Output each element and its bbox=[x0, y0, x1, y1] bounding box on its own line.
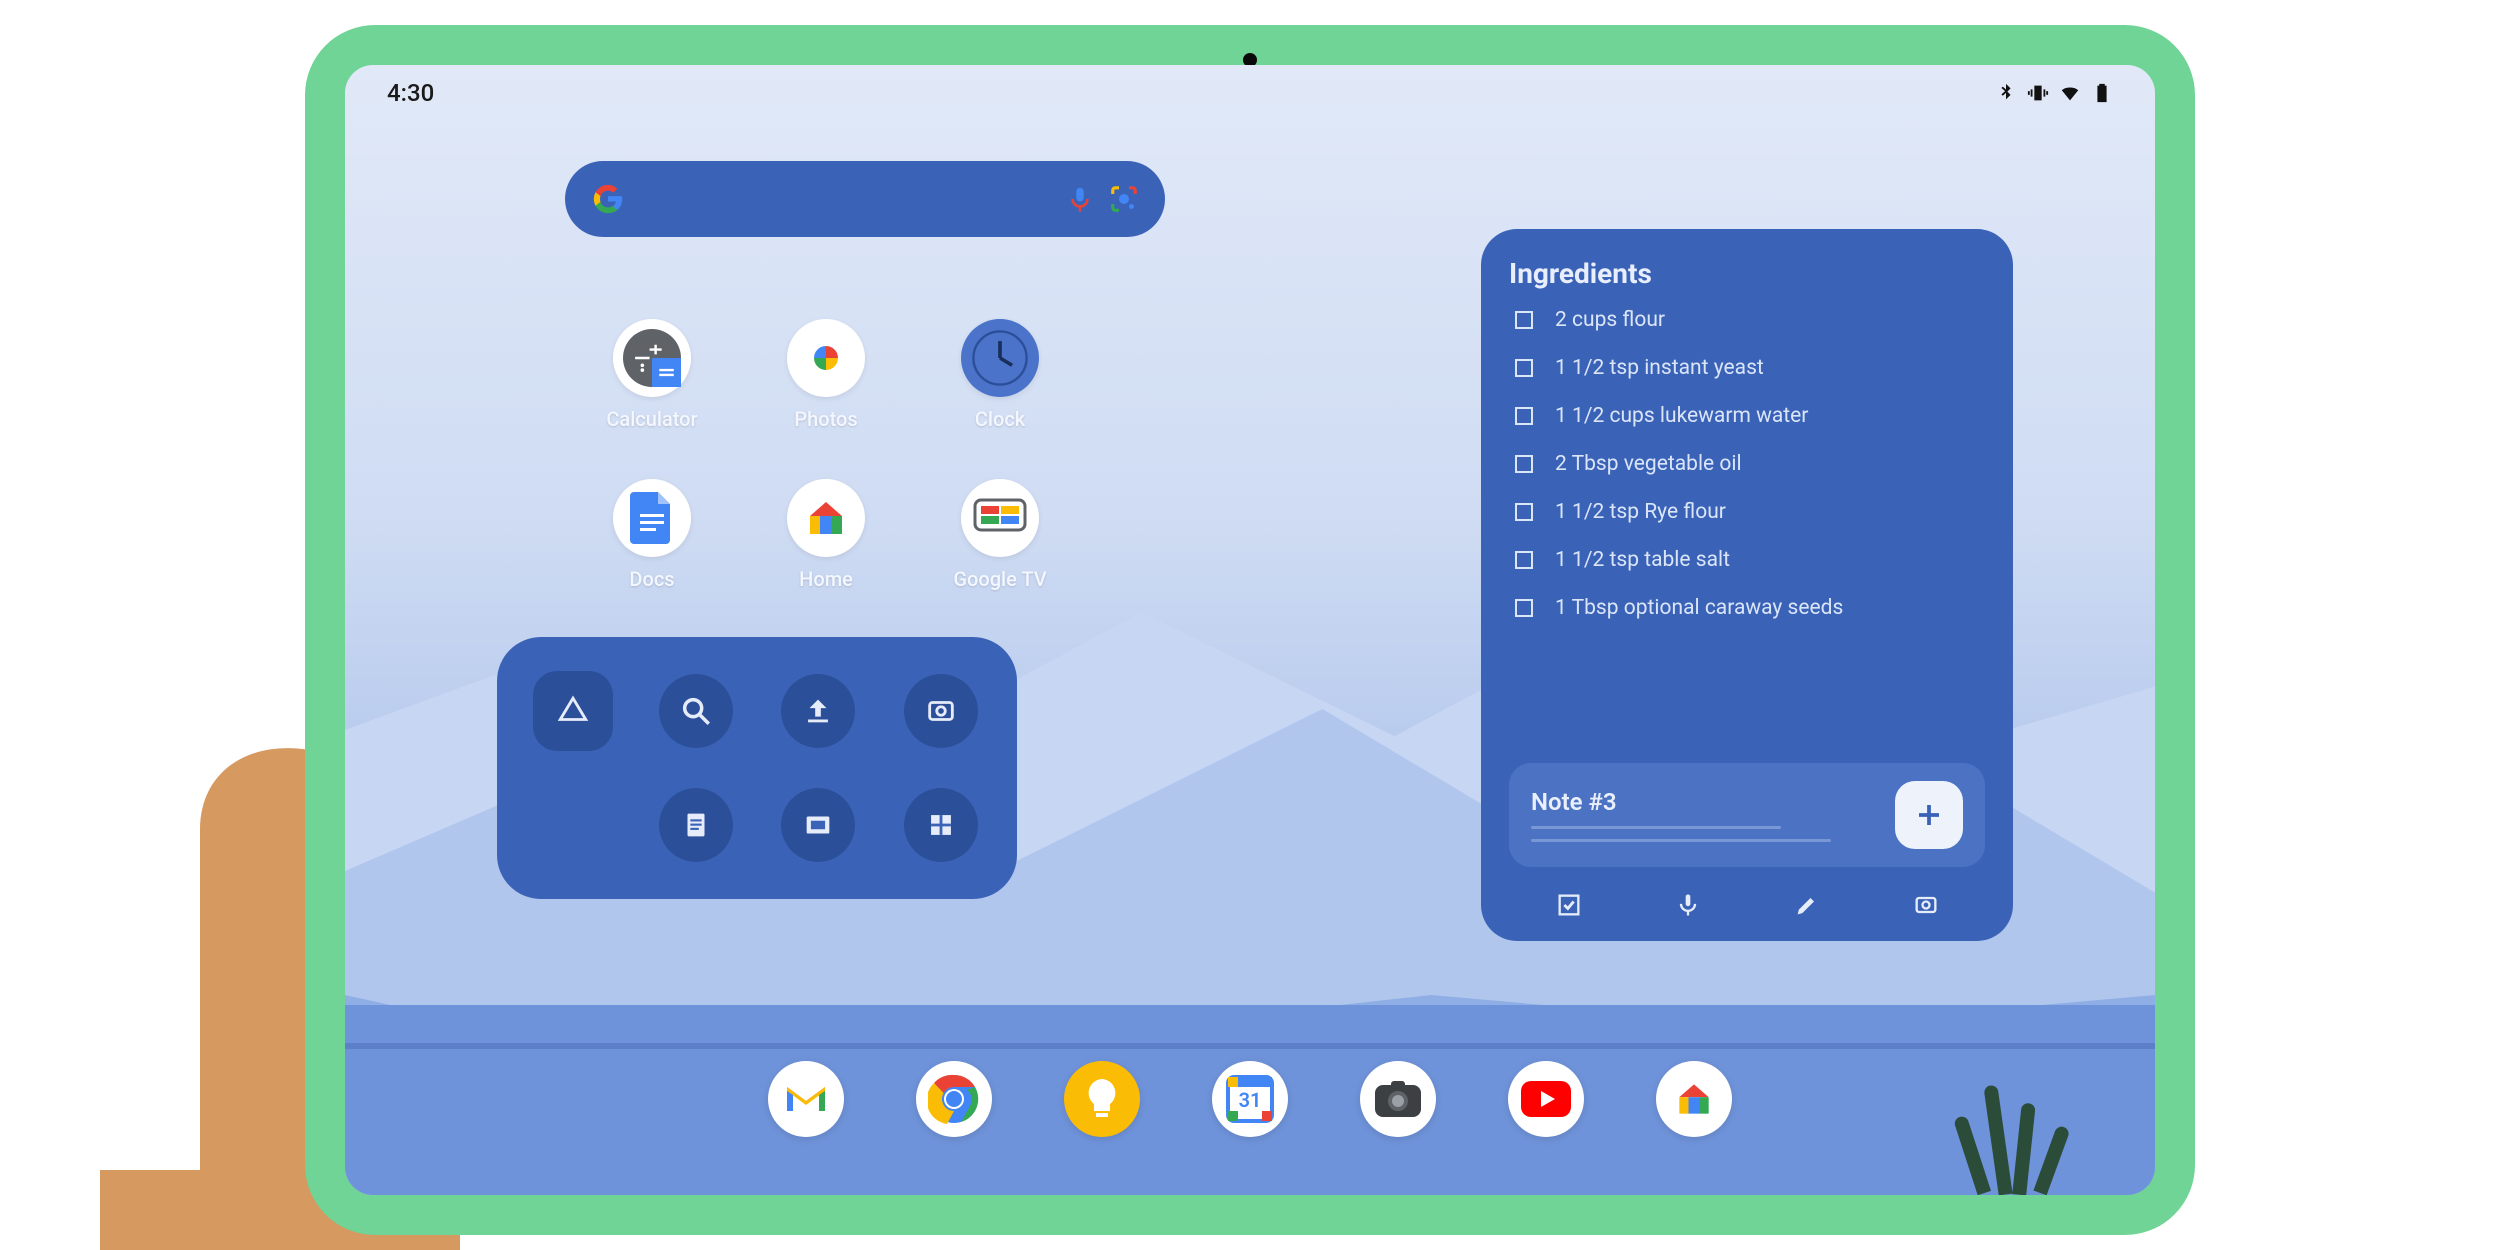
drive-icon[interactable] bbox=[533, 671, 613, 751]
clock-time: 4:30 bbox=[387, 79, 434, 107]
dock-gmail[interactable] bbox=[768, 1061, 844, 1137]
app-calculator[interactable]: Calculator bbox=[565, 319, 739, 431]
app-label: Clock bbox=[975, 407, 1025, 431]
keep-item[interactable]: 2 Tbsp vegetable oil bbox=[1515, 452, 1985, 476]
keep-item[interactable]: 2 cups flour bbox=[1515, 308, 1985, 332]
placeholder-line bbox=[1531, 839, 1831, 842]
status-bar: 4:30 bbox=[345, 65, 2155, 121]
app-photos[interactable]: Photos bbox=[739, 319, 913, 431]
voice-search-icon[interactable] bbox=[1065, 184, 1095, 214]
dock-keep[interactable] bbox=[1064, 1061, 1140, 1137]
keep-item[interactable]: 1 1/2 tsp Rye flour bbox=[1515, 500, 1985, 524]
keep-note-title: Ingredients bbox=[1509, 257, 1985, 290]
placeholder-line bbox=[1531, 826, 1781, 829]
new-doc-icon[interactable] bbox=[659, 788, 733, 862]
app-label: Docs bbox=[629, 567, 674, 591]
dock-home[interactable] bbox=[1656, 1061, 1732, 1137]
keep-item[interactable]: 1 1/2 tsp table salt bbox=[1515, 548, 1985, 572]
keep-widget[interactable]: Ingredients 2 cups flour 1 1/2 tsp insta… bbox=[1481, 229, 2013, 941]
google-lens-icon[interactable] bbox=[1109, 184, 1139, 214]
keep-next-note[interactable]: Note #3 bbox=[1509, 763, 1985, 867]
new-slides-icon[interactable] bbox=[781, 788, 855, 862]
google-tv-icon bbox=[961, 479, 1039, 557]
keep-item[interactable]: 1 1/2 tsp instant yeast bbox=[1515, 356, 1985, 380]
clock-icon bbox=[961, 319, 1039, 397]
draw-note-icon[interactable] bbox=[1789, 887, 1825, 923]
keep-item[interactable]: 1 Tbsp optional caraway seeds bbox=[1515, 596, 1985, 620]
checkbox-icon[interactable] bbox=[1515, 359, 1533, 377]
tablet-frame: 4:30 bbox=[305, 25, 2195, 1235]
app-clock[interactable]: Clock bbox=[913, 319, 1087, 431]
app-home[interactable]: Home bbox=[739, 479, 913, 591]
new-sheets-icon[interactable] bbox=[904, 788, 978, 862]
app-label: Google TV bbox=[953, 567, 1046, 591]
dock-chrome[interactable] bbox=[916, 1061, 992, 1137]
app-label: Home bbox=[799, 567, 853, 591]
checkbox-icon[interactable] bbox=[1515, 455, 1533, 473]
add-note-button[interactable] bbox=[1895, 781, 1963, 849]
new-list-icon[interactable] bbox=[1551, 887, 1587, 923]
image-note-icon[interactable] bbox=[1908, 887, 1944, 923]
photos-icon bbox=[787, 319, 865, 397]
app-google-tv[interactable]: Google TV bbox=[913, 479, 1087, 591]
checkbox-icon[interactable] bbox=[1515, 599, 1533, 617]
dock-youtube[interactable] bbox=[1508, 1061, 1584, 1137]
wifi-icon bbox=[2059, 82, 2081, 104]
checkbox-icon[interactable] bbox=[1515, 503, 1533, 521]
note-label: Note #3 bbox=[1531, 788, 1831, 816]
voice-note-icon[interactable] bbox=[1670, 887, 1706, 923]
app-label: Calculator bbox=[606, 407, 697, 431]
checkbox-icon[interactable] bbox=[1515, 407, 1533, 425]
keep-item[interactable]: 1 1/2 cups lukewarm water bbox=[1515, 404, 1985, 428]
battery-icon bbox=[2091, 82, 2113, 104]
keep-checklist: 2 cups flour 1 1/2 tsp instant yeast 1 1… bbox=[1509, 308, 1985, 753]
svg-text:31: 31 bbox=[1239, 1088, 1262, 1112]
dock: 31 bbox=[768, 1061, 1732, 1137]
checkbox-icon[interactable] bbox=[1515, 551, 1533, 569]
google-g-icon bbox=[591, 182, 625, 216]
app-docs[interactable]: Docs bbox=[565, 479, 739, 591]
docs-icon bbox=[613, 479, 691, 557]
upload-icon[interactable] bbox=[781, 674, 855, 748]
calculator-icon bbox=[613, 319, 691, 397]
app-label: Photos bbox=[794, 407, 857, 431]
bluetooth-icon bbox=[1995, 82, 2017, 104]
dock-calendar[interactable]: 31 bbox=[1212, 1061, 1288, 1137]
home-screen[interactable]: 4:30 bbox=[345, 65, 2155, 1195]
checkbox-icon[interactable] bbox=[1515, 311, 1533, 329]
wallpaper-grass bbox=[1955, 1075, 2095, 1195]
drive-widget[interactable] bbox=[497, 637, 1017, 899]
search-bar[interactable] bbox=[565, 161, 1165, 237]
dock-camera[interactable] bbox=[1360, 1061, 1436, 1137]
scan-icon[interactable] bbox=[904, 674, 978, 748]
search-icon[interactable] bbox=[659, 674, 733, 748]
vibrate-icon bbox=[2027, 82, 2049, 104]
home-icon bbox=[787, 479, 865, 557]
